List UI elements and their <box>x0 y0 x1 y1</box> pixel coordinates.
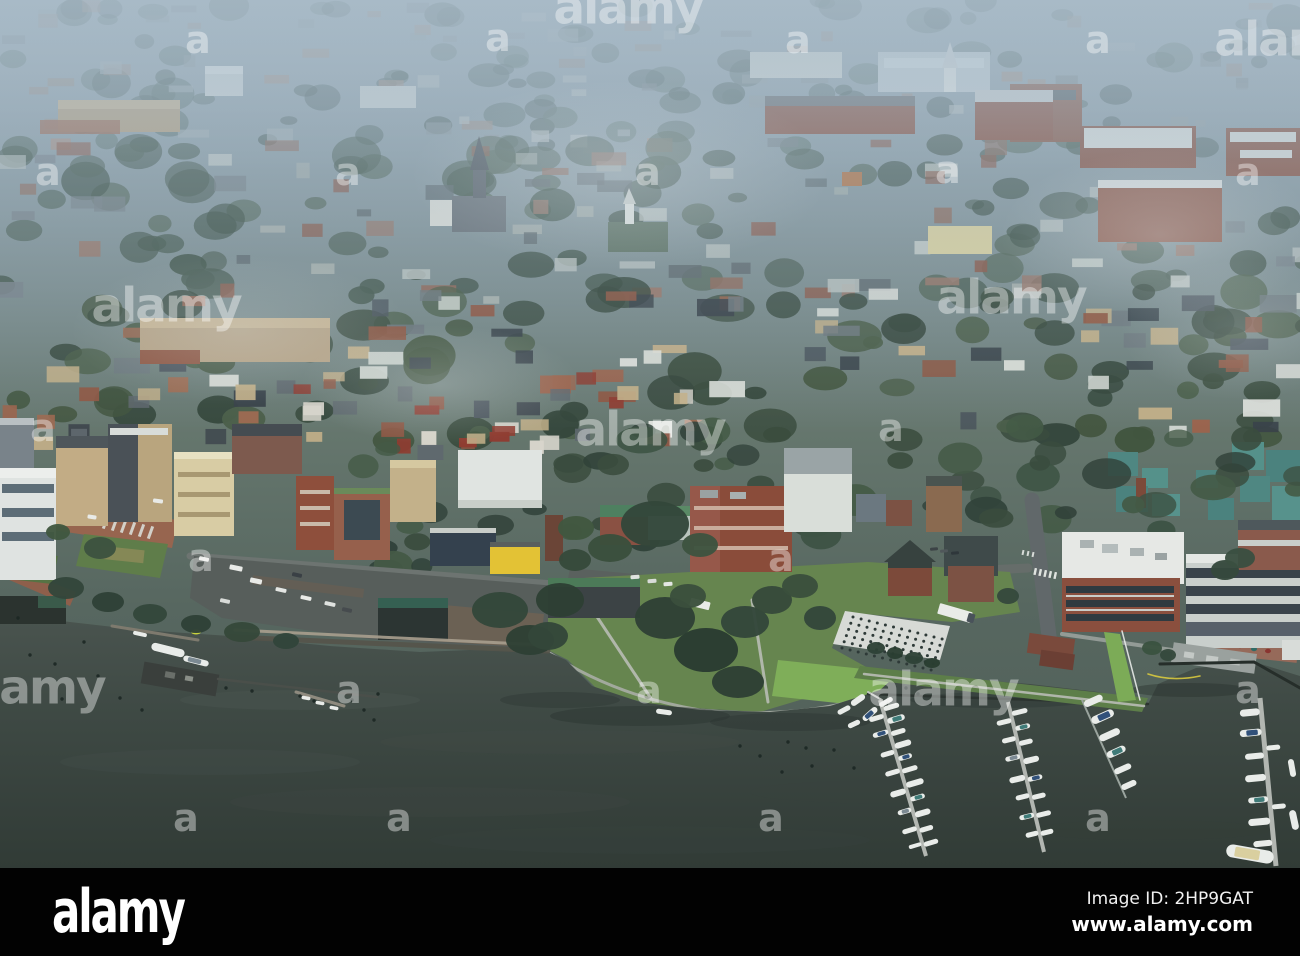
watermark-letter: a <box>768 536 792 580</box>
alamy-footer-bar: alamy Image ID: 2HP9GAT www.alamy.com <box>0 868 1300 956</box>
alamy-website-url: www.alamy.com <box>1071 912 1253 937</box>
watermark-letter: a <box>1085 796 1109 840</box>
image-meta: Image ID: 2HP9GAT www.alamy.com <box>1071 887 1253 938</box>
watermark-wordmark: alamy <box>936 271 1087 326</box>
watermark-wordmark: alamy <box>91 279 242 334</box>
watermark-letter: a <box>335 150 359 194</box>
watermark-wordmark: alamy <box>0 661 106 716</box>
watermark-wordmark: alamy <box>868 663 1019 718</box>
boat <box>647 578 657 584</box>
watermark-wordmark: alamy <box>1214 13 1300 68</box>
boat <box>939 549 949 553</box>
watermark-letter: a <box>785 18 809 62</box>
photo-scene-svg: alamy alamy alamy alamy alamy alamy alamy a a a a a… <box>0 0 1300 868</box>
watermark-letter: a <box>336 668 360 712</box>
watermark-letter: a <box>1235 150 1259 194</box>
watermark-letter: a <box>635 150 659 194</box>
watermark-letter: a <box>188 536 212 580</box>
boat <box>950 551 960 555</box>
boat <box>663 581 673 587</box>
aerial-photo-waterfront-town: alamy alamy alamy alamy alamy alamy alamy a a a a a… <box>0 0 1300 868</box>
watermark-letter: a <box>30 406 54 450</box>
alamy-logo: alamy <box>52 877 186 947</box>
watermark-letter: a <box>935 148 959 192</box>
boat <box>630 574 640 580</box>
watermark-letter: a <box>1085 18 1109 62</box>
boat <box>929 547 939 551</box>
watermark-letter: a <box>485 16 509 60</box>
watermark-letter: a <box>35 150 59 194</box>
watermark-wordmark: alamy <box>575 403 726 458</box>
watermark-letter: a <box>386 796 410 840</box>
watermark-letter: a <box>185 18 209 62</box>
watermark-letter: a <box>878 406 902 450</box>
watermark-letter: a <box>636 668 660 712</box>
watermark-letter: a <box>758 796 782 840</box>
alamy-stock-photo-page: alamyalamyalamyalamyalamyalamyalamyaaaaa… <box>0 0 1300 956</box>
atmospheric-haze <box>0 0 1300 445</box>
image-id-label: Image ID: 2HP9GAT <box>1086 888 1253 909</box>
watermark-wordmark: alamy <box>553 0 704 36</box>
watermark-letter: a <box>1235 668 1259 712</box>
watermark-letter: a <box>173 796 197 840</box>
